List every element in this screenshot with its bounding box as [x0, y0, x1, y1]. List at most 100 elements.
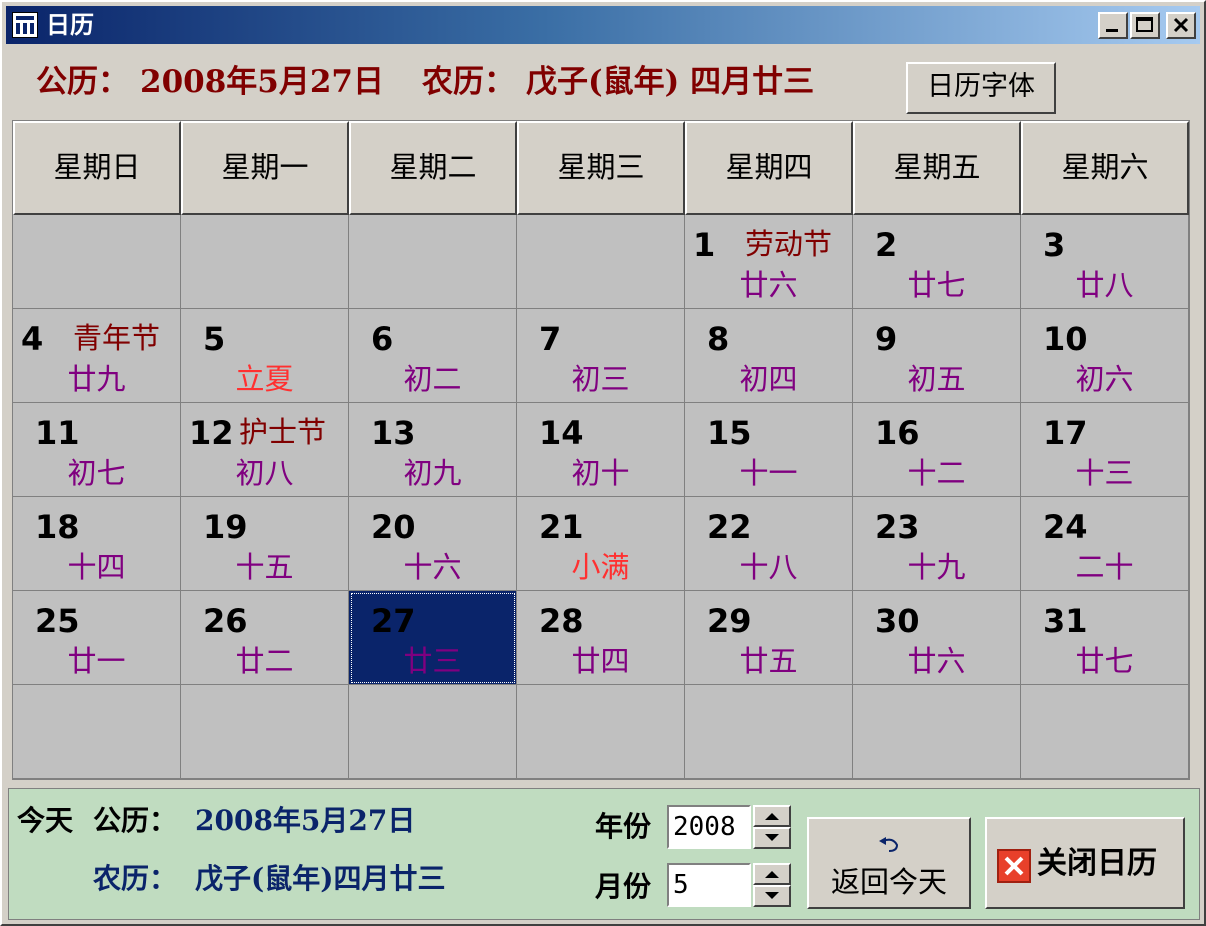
lunar-date-label: 初二 — [403, 362, 462, 396]
minimize-button[interactable] — [1098, 12, 1128, 39]
day-number: 5 — [203, 320, 226, 358]
month-input[interactable]: 5 — [667, 863, 751, 907]
calendar-font-button[interactable]: 日历字体 — [906, 62, 1056, 114]
close-calendar-label: 关闭日历 — [1037, 846, 1157, 881]
empty-day-cell[interactable] — [517, 685, 685, 779]
month-up-button[interactable] — [753, 863, 791, 885]
empty-day-cell[interactable] — [853, 685, 1021, 779]
lunar-date-label: 初三 — [571, 362, 630, 396]
month-spinner — [753, 863, 791, 907]
weekday-header: 星期一 — [181, 121, 349, 215]
month-down-button[interactable] — [753, 885, 791, 907]
today-label: 今天 — [17, 804, 74, 837]
lunar-date-label: 十六 — [403, 550, 462, 584]
day-cell[interactable]: 7 初三 — [517, 309, 685, 403]
lunar-date-label: 廿六 — [739, 268, 798, 302]
return-today-label: 返回今天 — [830, 865, 947, 899]
day-number: 12 — [189, 414, 234, 452]
day-cell[interactable]: 25 廿一 — [13, 591, 181, 685]
day-number: 7 — [539, 320, 562, 358]
maximize-button[interactable] — [1130, 12, 1160, 39]
empty-day-cell[interactable] — [181, 215, 349, 309]
lunar-date-label: 初十 — [571, 456, 630, 490]
day-cell[interactable]: 31 廿七 — [1021, 591, 1189, 685]
lunar-date-label: 廿七 — [907, 268, 966, 302]
window-title: 日历 — [46, 11, 94, 39]
day-number: 11 — [35, 414, 80, 452]
holiday-label: 护士节 — [239, 415, 327, 449]
day-cell[interactable]: 19 十五 — [181, 497, 349, 591]
day-cell[interactable]: 28 廿四 — [517, 591, 685, 685]
lunar-date-label: 十四 — [67, 550, 126, 584]
day-cell[interactable]: 24 二十 — [1021, 497, 1189, 591]
empty-day-cell[interactable] — [13, 215, 181, 309]
day-number: 3 — [1043, 226, 1066, 264]
empty-day-cell[interactable] — [349, 685, 517, 779]
day-number: 26 — [203, 602, 248, 640]
year-down-button[interactable] — [753, 827, 791, 849]
day-cell[interactable]: 30 廿六 — [853, 591, 1021, 685]
weekday-header: 星期四 — [685, 121, 853, 215]
day-number: 10 — [1043, 320, 1088, 358]
day-cell[interactable]: 21 小满 — [517, 497, 685, 591]
return-today-button[interactable]: 返回今天 — [807, 817, 971, 909]
day-cell[interactable]: 13 初九 — [349, 403, 517, 497]
lunar-date-label: 十三 — [1075, 456, 1134, 490]
day-cell[interactable]: 23 十九 — [853, 497, 1021, 591]
day-number: 6 — [371, 320, 394, 358]
close-icon — [1173, 17, 1189, 33]
arrow-down-icon — [765, 834, 779, 841]
empty-day-cell[interactable] — [181, 685, 349, 779]
day-cell[interactable]: 27 廿三 — [349, 591, 517, 685]
empty-day-cell[interactable] — [517, 215, 685, 309]
empty-day-cell[interactable] — [1021, 685, 1189, 779]
year-up-button[interactable] — [753, 805, 791, 827]
day-cell[interactable]: 9 初五 — [853, 309, 1021, 403]
today-lunar-date: 戊子(鼠年)四月廿三 — [195, 862, 446, 895]
lunar-date-label: 廿九 — [67, 362, 126, 396]
day-cell[interactable]: 10 初六 — [1021, 309, 1189, 403]
close-calendar-button[interactable]: 关闭日历 — [985, 817, 1185, 909]
day-cell[interactable]: 2 廿七 — [853, 215, 1021, 309]
title-bar[interactable]: 日历 — [6, 6, 1200, 44]
lunar-date-label: 廿四 — [571, 644, 630, 678]
day-cell[interactable]: 12 护士节 初八 — [181, 403, 349, 497]
day-cell[interactable]: 17 十三 — [1021, 403, 1189, 497]
day-number: 2 — [875, 226, 898, 264]
day-cell[interactable]: 5 立夏 — [181, 309, 349, 403]
day-cell[interactable]: 18 十四 — [13, 497, 181, 591]
day-cell[interactable]: 20 十六 — [349, 497, 517, 591]
day-cell[interactable]: 22 十八 — [685, 497, 853, 591]
lunar-date-label: 廿七 — [1075, 644, 1134, 678]
day-cell[interactable]: 15 十一 — [685, 403, 853, 497]
day-cell[interactable]: 3 廿八 — [1021, 215, 1189, 309]
day-cell[interactable]: 11 初七 — [13, 403, 181, 497]
day-cell[interactable]: 26 廿二 — [181, 591, 349, 685]
day-number: 20 — [371, 508, 416, 546]
empty-day-cell[interactable] — [349, 215, 517, 309]
day-cell[interactable]: 29 廿五 — [685, 591, 853, 685]
day-cell[interactable]: 14 初十 — [517, 403, 685, 497]
lunar-date-label: 十九 — [907, 550, 966, 584]
day-number: 29 — [707, 602, 752, 640]
day-cell[interactable]: 8 初四 — [685, 309, 853, 403]
day-cell[interactable]: 4 青年节 廿九 — [13, 309, 181, 403]
day-number: 13 — [371, 414, 416, 452]
close-button[interactable] — [1166, 12, 1196, 39]
empty-day-cell[interactable] — [685, 685, 853, 779]
year-input[interactable]: 2008 — [667, 805, 751, 849]
day-cell[interactable]: 1 劳动节 廿六 — [685, 215, 853, 309]
weekday-header: 星期二 — [349, 121, 517, 215]
month-label: 月份 — [595, 870, 652, 903]
day-number: 31 — [1043, 602, 1088, 640]
today-solar-label: 公历： — [93, 804, 178, 837]
minimize-icon — [1106, 29, 1118, 32]
lunar-date-label: 十二 — [907, 456, 966, 490]
empty-day-cell[interactable] — [13, 685, 181, 779]
day-cell[interactable]: 6 初二 — [349, 309, 517, 403]
lunar-date-label: 初四 — [739, 362, 798, 396]
solar-term-label: 立夏 — [235, 362, 294, 396]
day-number: 14 — [539, 414, 584, 452]
day-cell[interactable]: 16 十二 — [853, 403, 1021, 497]
weekday-header: 星期六 — [1021, 121, 1189, 215]
